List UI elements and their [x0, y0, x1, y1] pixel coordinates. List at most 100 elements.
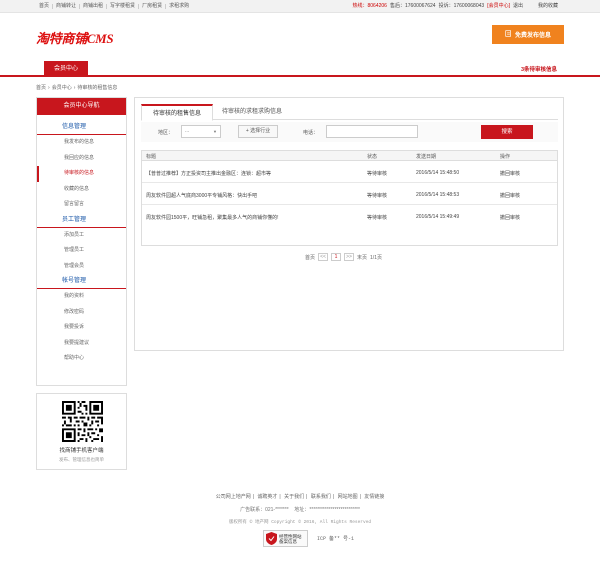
footer-address-value: ************************** — [309, 507, 360, 513]
chevron-right-icon: › — [73, 84, 76, 91]
table-row: 【普普过推荐】方正投资司主推出金融区：连锁：超市等 等待审核 2016/5/14… — [142, 161, 557, 183]
breadcrumb-home[interactable]: 首页 — [36, 84, 46, 91]
top-link-shop-rent[interactable]: 商铺出租 — [80, 4, 108, 9]
footer-link-contact[interactable]: 联系我们 — [309, 494, 333, 500]
hotline-label: 热线： — [352, 3, 368, 9]
sidebar-title: 会员中心导航 — [37, 98, 126, 115]
footer-contact: 广告联系：021-******* 地址：********************… — [0, 506, 600, 513]
row-title[interactable]: 周友软件园超人气底商3000平专铺风格：快出手吧 — [146, 192, 257, 199]
badge-line2: 备案信息 — [279, 538, 297, 544]
footer-link-friends[interactable]: 友情链接 — [362, 494, 386, 500]
footer-copyright: 版权所有 © 地产网 Copyright © 2016, All Rights … — [228, 520, 372, 525]
pagination: 首页 << 1 >> 末页 1/1页 — [305, 253, 382, 261]
complaint-label: 投诉： — [438, 3, 454, 9]
top-link-shop-transfer[interactable]: 商铺转让 — [53, 4, 81, 9]
breadcrumb-member[interactable]: 会员中心 — [52, 84, 72, 91]
search-button[interactable]: 搜索 — [481, 125, 533, 139]
edit-icon — [505, 30, 512, 39]
row-withdraw-link[interactable]: 撤回审核 — [500, 170, 520, 177]
pending-notice[interactable]: 3条待审核信息 — [521, 65, 557, 73]
nav-tab-member-center[interactable]: 会员中心 — [44, 61, 88, 77]
sidebar-item-complaint[interactable]: 我要投诉 — [37, 320, 126, 336]
table-row: 周友软件园1500平，旺铺急租，聚集最多人气的商铺你懂的! 等待审核 2016/… — [142, 205, 557, 227]
top-link-office-rent[interactable]: 写字楼租赁 — [107, 4, 140, 9]
main-nav: 会员中心 3条待审核信息 — [0, 61, 600, 77]
footer-links: 公司网上地产网 | 诚聘英才 | 关于我们 | 联系我们 | 网站地图 | 友情链接 — [214, 494, 386, 500]
pager-last[interactable]: 末页 — [357, 254, 367, 261]
pager-next[interactable]: >> — [344, 253, 355, 261]
sidebar-item-password[interactable]: 修改密码 — [37, 305, 126, 321]
tab-pending-wanted[interactable]: 待审核的求租求购信息 — [215, 104, 289, 120]
footer-link-company[interactable]: 公司网上地产网 — [214, 494, 253, 500]
chevron-right-icon: › — [48, 84, 50, 91]
caret-down-icon: ▼ — [213, 129, 217, 134]
top-link-factory-rent[interactable]: 厂房租赁 — [139, 4, 167, 9]
qr-subtitle: 发布、管理信息也简单 — [59, 457, 104, 462]
col-title: 标题 — [146, 154, 157, 160]
phone-input[interactable] — [326, 125, 418, 138]
shield-icon — [266, 532, 277, 545]
sidebar-group-info: 信息管理 — [37, 120, 126, 135]
logout-link[interactable]: 退出 — [513, 4, 523, 9]
qr-title: 找商铺手机客户端 — [59, 448, 104, 454]
pager-current[interactable]: 1 — [331, 253, 342, 261]
footer-contact-label: 广告联系： — [240, 507, 266, 513]
qr-code-icon — [62, 401, 103, 442]
area-select[interactable]: ... ▼ — [181, 125, 221, 138]
sidebar-item-favorites[interactable]: 收藏的信息 — [37, 182, 126, 198]
table-row: 周友软件园超人气底商3000平专铺风格：快出手吧 等待审核 2016/5/14 … — [142, 183, 557, 205]
row-withdraw-link[interactable]: 撤回审核 — [500, 192, 520, 199]
col-status: 状态 — [367, 154, 378, 160]
top-contact-bar: 热线：8064206 售后：17600067624 投诉：17600068043… — [352, 4, 558, 9]
top-link-home[interactable]: 首页 — [36, 4, 54, 9]
footer-address-label: 地址： — [294, 507, 310, 513]
pager-first[interactable]: 首页 — [305, 254, 315, 261]
col-date: 发送日期 — [416, 154, 437, 160]
sidebar-item-manage-members[interactable]: 管理会员 — [37, 259, 126, 275]
tab-pending-sale[interactable]: 待审核的租售信息 — [141, 104, 213, 121]
top-link-wanted[interactable]: 求租求购 — [166, 4, 192, 9]
sidebar-group-staff: 员工管理 — [37, 213, 126, 228]
record-badge[interactable]: 经营性网站 备案信息 — [263, 530, 308, 547]
footer-link-sitemap[interactable]: 网站地图 — [336, 494, 360, 500]
row-status: 等待审核 — [367, 171, 388, 177]
publish-button[interactable]: 免费发布信息 — [492, 25, 564, 44]
breadcrumb: 首页 › 会员中心 › 待审核的租售信息 — [36, 84, 118, 92]
sidebar-item-profile[interactable]: 我的资料 — [37, 289, 126, 305]
row-date: 2016/5/14 15:49:49 — [416, 214, 460, 220]
table-header: 标题 状态 发送日期 操作 — [142, 151, 557, 161]
complaint-number: 17600068043 — [453, 3, 485, 9]
qr-box: 找商铺手机客户端 发布、管理信息也简单 — [36, 393, 127, 470]
sidebar-item-help[interactable]: 帮助中心 — [37, 351, 126, 367]
support-label: 售后： — [389, 3, 405, 9]
site-logo[interactable]: 淘特商铺CMS — [36, 28, 114, 47]
sidebar-item-add-staff[interactable]: 添加员工 — [37, 228, 126, 244]
row-title[interactable]: 周友软件园1500平，旺铺急租，聚集最多人气的商铺你懂的! — [146, 214, 279, 221]
pager-prev[interactable]: << — [318, 253, 329, 261]
top-nav: 首页 商铺转让 商铺出租 写字楼租赁 厂房租赁 求租求购 — [36, 4, 192, 9]
select-industry-button[interactable]: + 选择行业 — [238, 125, 278, 138]
sidebar-item-pending[interactable]: 待审核的信息 — [37, 166, 126, 182]
area-select-value: ... — [185, 128, 190, 134]
sidebar-item-manage-staff[interactable]: 管理员工 — [37, 243, 126, 259]
sidebar-item-suggestion[interactable]: 我要提建议 — [37, 336, 126, 352]
top-bar: 首页 商铺转让 商铺出租 写字楼租赁 厂房租赁 求租求购 热线：8064206 … — [0, 0, 600, 13]
row-title[interactable]: 【普普过推荐】方正投资司主推出金融区：连锁：超市等 — [146, 170, 271, 177]
sidebar-item-my-replies[interactable]: 我回应的信息 — [37, 151, 126, 167]
favorites-link[interactable]: 我的收藏 — [538, 4, 558, 9]
sidebar-group-account: 帐号管理 — [37, 274, 126, 289]
sidebar: 会员中心导航 信息管理 我发布的信息 我回应的信息 待审核的信息 收藏的信息 留… — [36, 97, 127, 386]
info-table: 标题 状态 发送日期 操作 【普普过推荐】方正投资司主推出金融区：连锁：超市等 … — [141, 150, 558, 246]
row-withdraw-link[interactable]: 撤回审核 — [500, 214, 520, 221]
support-number: 17600067624 — [404, 3, 436, 9]
col-action: 操作 — [500, 154, 511, 160]
footer-link-jobs[interactable]: 诚聘英才 — [255, 494, 279, 500]
sidebar-item-messages[interactable]: 留言留言 — [37, 197, 126, 213]
main-panel: 待审核的租售信息 待审核的求租求购信息 地区： ... ▼ + 选择行业 电话： … — [134, 97, 564, 351]
tab-bar: 待审核的租售信息 待审核的求租求购信息 — [141, 104, 558, 121]
footer-link-about[interactable]: 关于我们 — [282, 494, 306, 500]
breadcrumb-current: 待审核的租售信息 — [77, 85, 118, 91]
publish-button-label: 免费发布信息 — [514, 33, 551, 39]
member-center-link[interactable]: [会员中心] — [487, 4, 510, 9]
sidebar-item-my-posts[interactable]: 我发布的信息 — [37, 135, 126, 151]
